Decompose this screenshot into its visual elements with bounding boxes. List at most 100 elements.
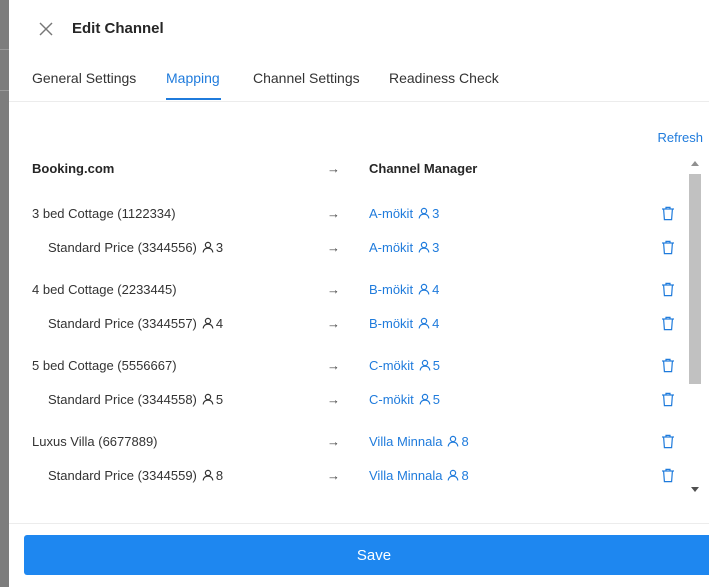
drawer-title: Edit Channel — [72, 20, 164, 37]
mapped-target-link[interactable]: A-mökit 3 — [369, 240, 439, 255]
mapping-arrow: → — [327, 316, 340, 331]
rate-plan-source: Standard Price (3344559) 8 — [48, 468, 223, 483]
mapping-arrow: → — [327, 206, 340, 221]
person-icon — [202, 469, 214, 481]
delete-mapping-button[interactable] — [661, 468, 675, 483]
person-icon — [448, 435, 459, 447]
target-occupancy: 5 — [432, 392, 441, 407]
person-icon — [202, 241, 214, 253]
room-type-source: 3 bed Cottage (1122334) — [32, 206, 176, 221]
tab-bar: General Settings Mapping Channel Setting… — [9, 56, 709, 102]
rate-plan-source: Standard Price (3344558) 5 — [48, 392, 223, 407]
mapped-target-link[interactable]: Villa Minnala 8 — [369, 434, 469, 449]
source-label: Standard Price (3344559) — [48, 468, 197, 483]
target-label: C-mökit — [369, 358, 414, 373]
person-icon — [202, 317, 214, 329]
target-label: B-mökit — [369, 316, 414, 331]
mapped-target-link[interactable]: B-mökit 4 — [369, 316, 439, 331]
active-tab-indicator — [166, 98, 221, 100]
tab-readiness-check[interactable]: Readiness Check — [389, 70, 499, 86]
tab-general-settings[interactable]: General Settings — [32, 70, 136, 86]
delete-mapping-button[interactable] — [661, 240, 675, 255]
column-header-source: Booking.com — [32, 161, 115, 176]
person-icon — [418, 283, 430, 295]
tab-channel-settings[interactable]: Channel Settings — [253, 70, 360, 86]
scrollbar-thumb[interactable] — [689, 174, 701, 384]
room-type-source: Luxus Villa (6677889) — [32, 434, 158, 449]
target-label: A-mökit — [369, 206, 414, 221]
person-icon — [418, 241, 430, 253]
source-occupancy: 3 — [215, 240, 224, 255]
source-occupancy: 5 — [215, 392, 224, 407]
target-occupancy: 8 — [461, 434, 469, 449]
source-occupancy: 4 — [215, 316, 224, 331]
trash-icon — [662, 392, 674, 407]
mapped-target-link[interactable]: A-mökit 3 — [369, 206, 439, 221]
scrollbar[interactable] — [687, 156, 703, 498]
room-type-source: 5 bed Cottage (5556667) — [32, 358, 177, 373]
trash-icon — [662, 468, 674, 483]
rate-plan-source: Standard Price (3344557) 4 — [48, 316, 223, 331]
scroll-down-arrow-icon[interactable] — [691, 487, 699, 492]
person-icon — [202, 393, 214, 405]
target-label: Villa Minnala — [369, 434, 443, 449]
delete-mapping-button[interactable] — [661, 282, 675, 297]
mapped-target-link[interactable]: C-mökit 5 — [369, 358, 440, 373]
scroll-up-arrow-icon[interactable] — [691, 161, 699, 166]
person-icon — [419, 359, 431, 371]
target-occupancy: 3 — [432, 206, 440, 221]
mapped-target-link[interactable]: B-mökit 4 — [369, 282, 439, 297]
column-header-target: Channel Manager — [369, 161, 478, 176]
target-occupancy: 4 — [432, 316, 440, 331]
header-arrow: → — [327, 161, 340, 176]
mapping-arrow: → — [327, 240, 340, 255]
delete-mapping-button[interactable] — [661, 434, 675, 449]
close-button[interactable] — [36, 19, 56, 39]
source-label: 5 bed Cottage (5556667) — [32, 358, 177, 373]
delete-mapping-button[interactable] — [661, 206, 675, 221]
close-icon — [39, 22, 53, 36]
tab-mapping[interactable]: Mapping — [166, 70, 220, 86]
delete-mapping-button[interactable] — [661, 316, 675, 331]
trash-icon — [662, 434, 674, 449]
source-label: Standard Price (3344558) — [48, 392, 197, 407]
drawer-header: Edit Channel — [9, 0, 709, 56]
source-label: 4 bed Cottage (2233445) — [32, 282, 177, 297]
person-icon — [419, 393, 431, 405]
modal-backdrop[interactable] — [0, 0, 9, 587]
trash-icon — [662, 240, 674, 255]
trash-icon — [662, 316, 674, 331]
target-label: B-mökit — [369, 282, 414, 297]
mapping-arrow: → — [327, 282, 340, 297]
target-label: Villa Minnala — [369, 468, 443, 483]
backdrop-divider — [0, 49, 9, 50]
save-button[interactable]: Save — [24, 535, 709, 575]
edit-channel-drawer: Edit Channel General Settings Mapping Ch… — [9, 0, 709, 587]
mapping-arrow: → — [327, 358, 340, 373]
target-label: C-mökit — [369, 392, 414, 407]
source-label: Standard Price (3344557) — [48, 316, 197, 331]
delete-mapping-button[interactable] — [661, 392, 675, 407]
mapping-arrow: → — [327, 434, 340, 449]
target-label: A-mökit — [369, 240, 414, 255]
trash-icon — [662, 358, 674, 373]
target-occupancy: 8 — [461, 468, 469, 483]
trash-icon — [662, 282, 674, 297]
source-label: Standard Price (3344556) — [48, 240, 197, 255]
mapping-arrow: → — [327, 468, 340, 483]
room-type-source: 4 bed Cottage (2233445) — [32, 282, 177, 297]
mapped-target-link[interactable]: C-mökit 5 — [369, 392, 440, 407]
target-occupancy: 5 — [432, 358, 441, 373]
source-label: Luxus Villa (6677889) — [32, 434, 158, 449]
backdrop-divider — [0, 90, 9, 91]
mapped-target-link[interactable]: Villa Minnala 8 — [369, 468, 469, 483]
footer-divider — [9, 523, 709, 524]
refresh-link[interactable]: Refresh — [657, 130, 703, 145]
person-icon — [448, 469, 459, 481]
target-occupancy: 4 — [432, 282, 440, 297]
person-icon — [418, 207, 430, 219]
source-label: 3 bed Cottage (1122334) — [32, 206, 176, 221]
person-icon — [418, 317, 430, 329]
rate-plan-source: Standard Price (3344556) 3 — [48, 240, 223, 255]
delete-mapping-button[interactable] — [661, 358, 675, 373]
